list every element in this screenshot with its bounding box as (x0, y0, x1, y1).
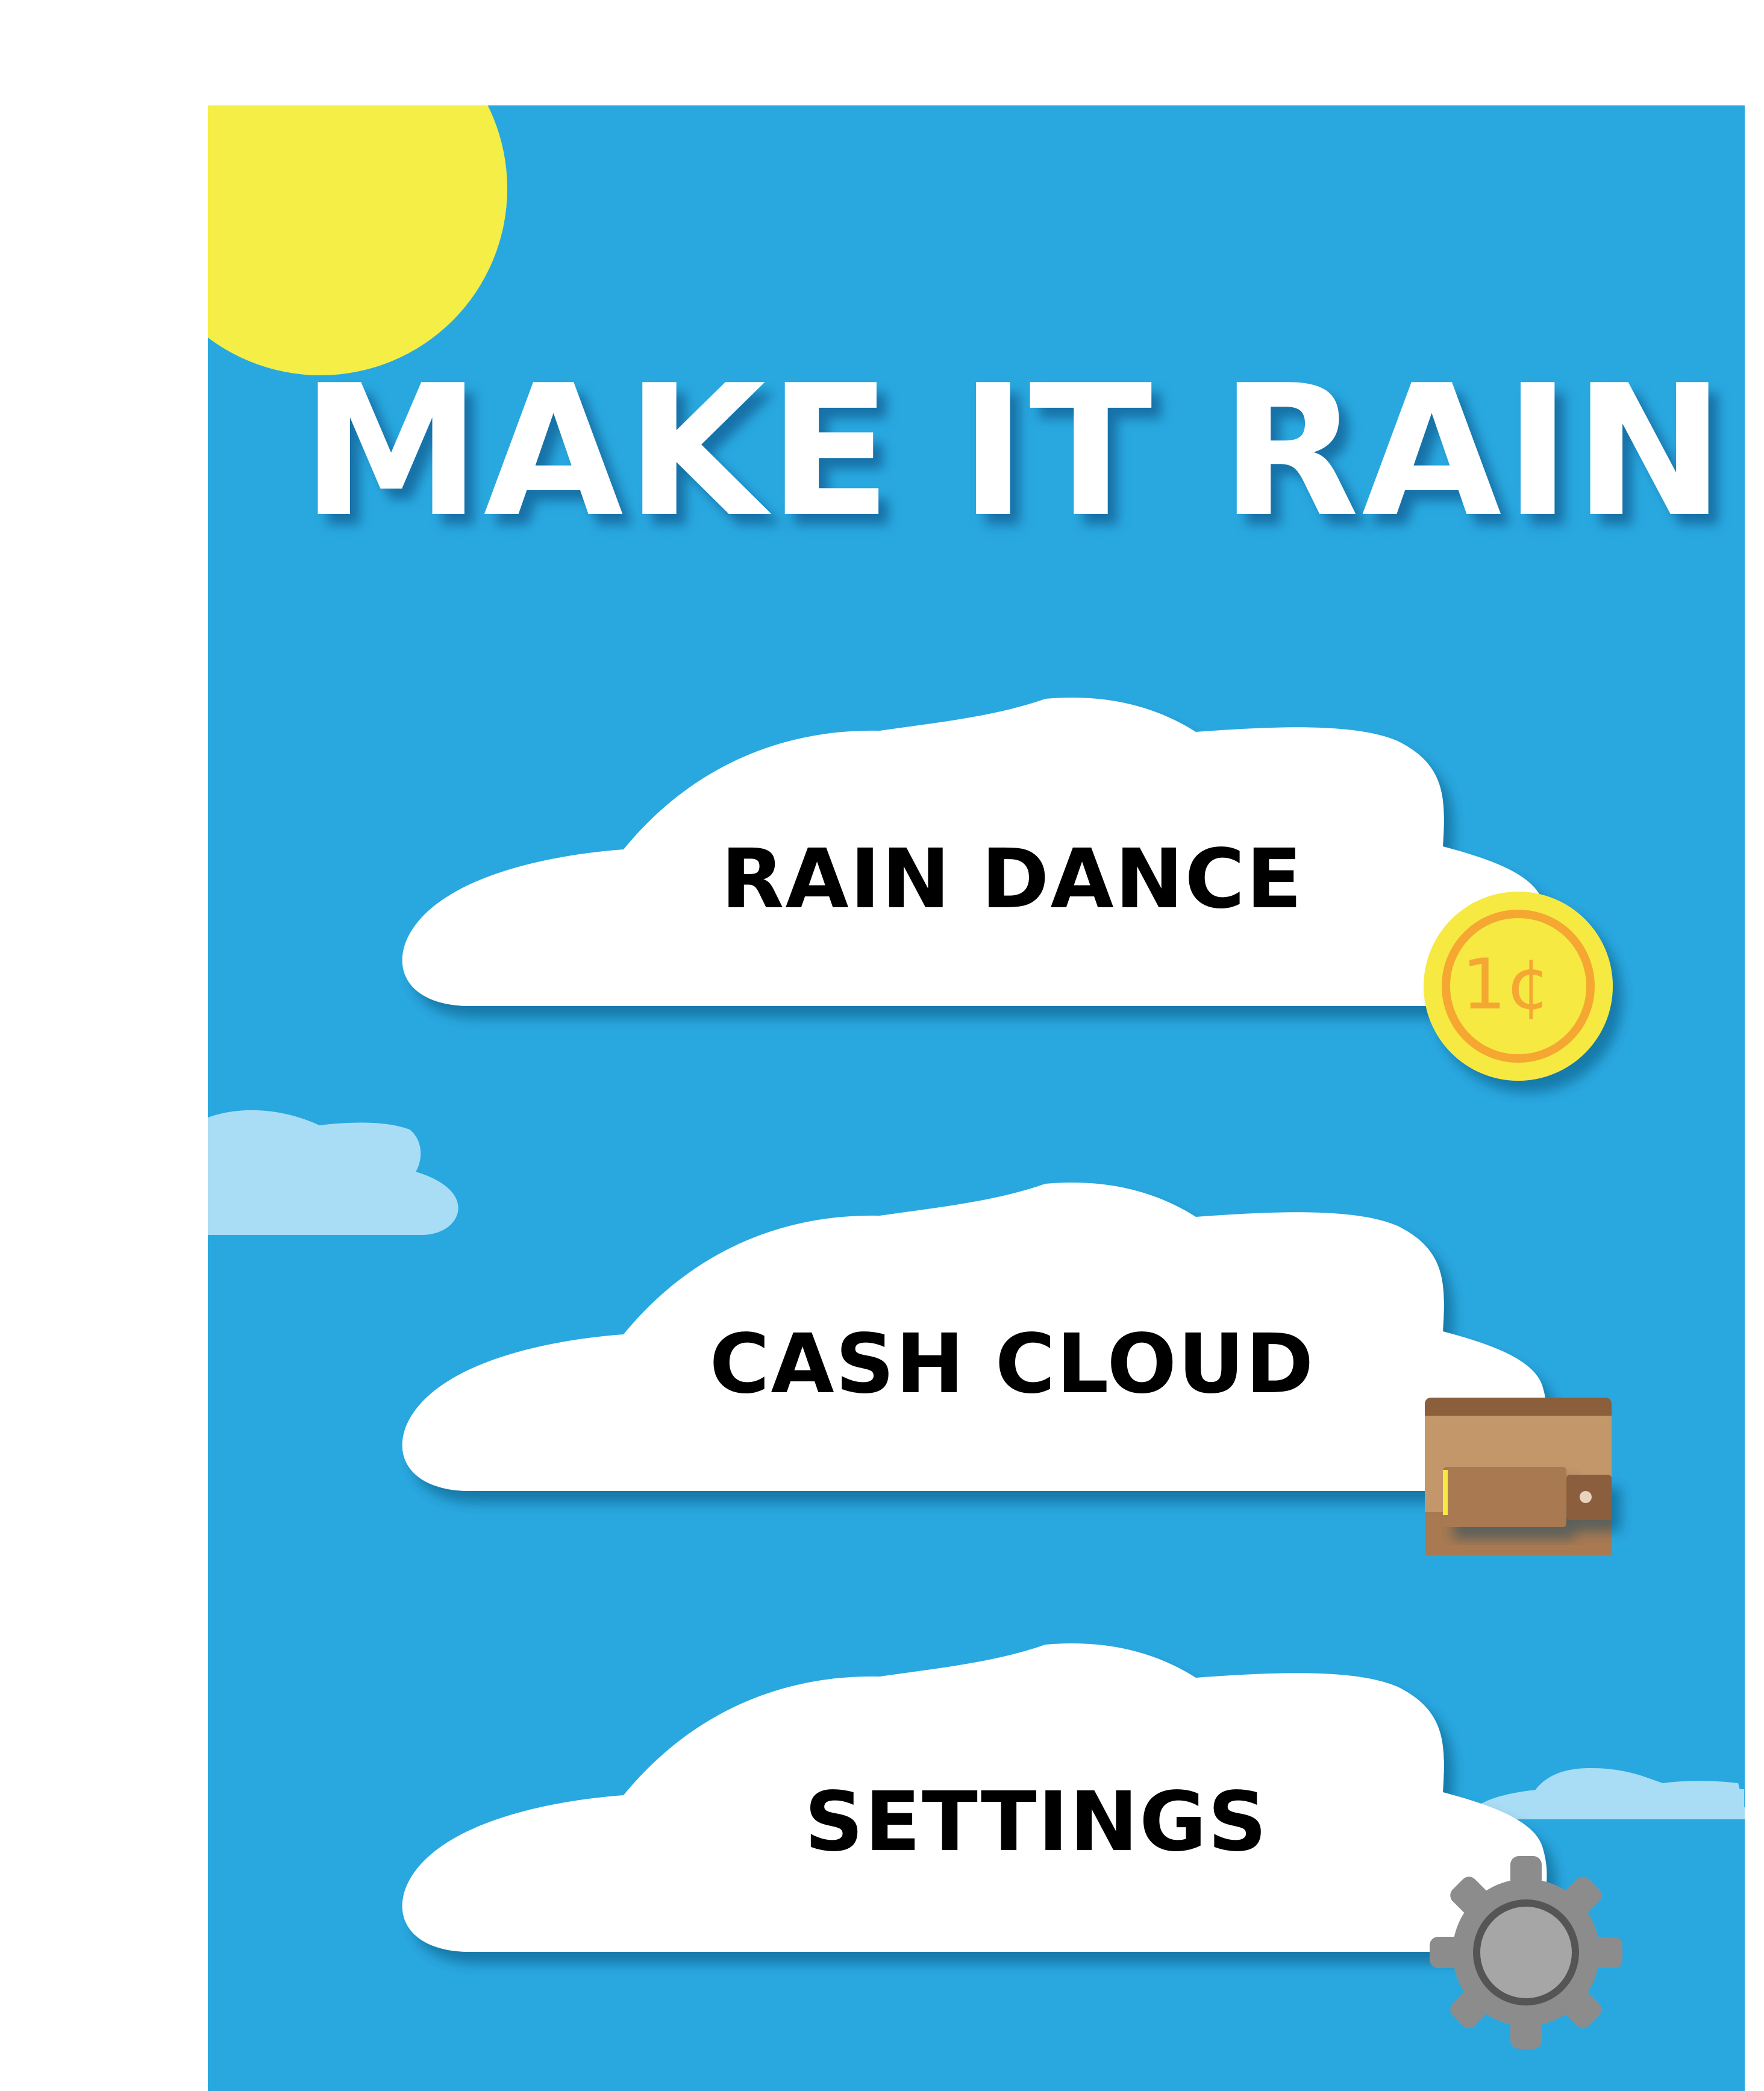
game-title: MAKE IT RAIN (301, 346, 1728, 557)
sun (208, 105, 507, 375)
game-screen: MAKE IT RAIN RAIN DANCE 1¢ CASH CLOUD SE… (0, 0, 1764, 2091)
cash-cloud-label[interactable]: CASH CLOUD (675, 1316, 1350, 1413)
rain-dance-label[interactable]: RAIN DANCE (675, 831, 1350, 928)
coin-value-label: 1¢ (1462, 944, 1551, 1025)
settings-label[interactable]: SETTINGS (735, 1774, 1337, 1871)
